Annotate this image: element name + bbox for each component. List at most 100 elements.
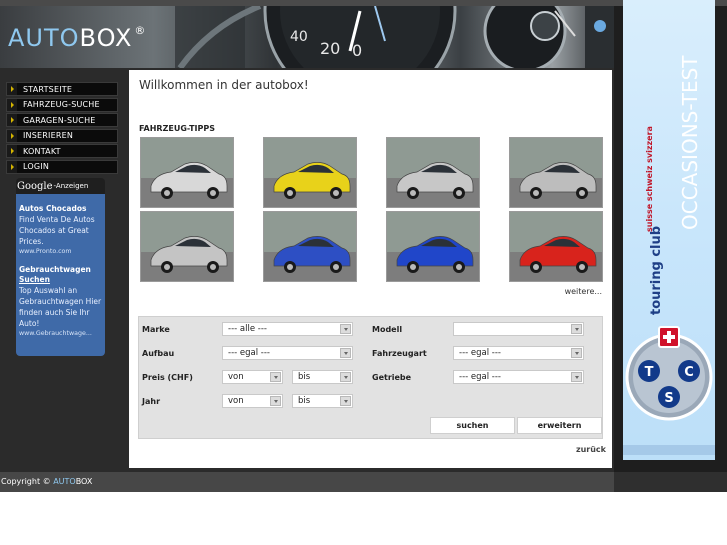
car-thumbnail[interactable] — [386, 137, 480, 208]
select-value: bis — [298, 372, 311, 382]
select-marke[interactable]: --- alle --- — [222, 322, 353, 336]
page: 40 20 0 AUTOBOX ® STARTSEITE FAHRZEUG-SUC… — [0, 0, 727, 545]
bullet-arrow-icon — [7, 160, 17, 173]
tcs-occasions-test-banner[interactable]: OCCASIONS-TEST suisse schweiz svizzera t… — [623, 0, 715, 460]
nav-item-label: KONTAKT — [23, 146, 61, 156]
copyright-brand-box: BOX — [75, 477, 93, 486]
car-thumbnail[interactable] — [386, 211, 480, 282]
vehicle-search-form: Marke --- alle --- Modell Aufbau --- ega… — [138, 316, 603, 439]
car-thumbnail[interactable] — [509, 137, 603, 208]
autobox-logo[interactable]: AUTOBOX ® — [8, 24, 146, 52]
back-link[interactable]: zurück — [576, 445, 606, 454]
select-value: von — [228, 396, 244, 406]
select-jahr-von[interactable]: von — [222, 394, 283, 408]
nav-item-inserieren[interactable]: INSERIEREN — [6, 128, 118, 143]
select-value: --- alle --- — [228, 324, 267, 334]
nav-item-label: STARTSEITE — [23, 84, 73, 94]
chevron-down-icon — [270, 396, 281, 406]
nav-item-kontakt[interactable]: KONTAKT — [6, 144, 118, 158]
chevron-down-icon — [340, 372, 351, 382]
tcs-badge-icon: T C S — [623, 326, 715, 455]
ad-text: Find Venta De Autos Chocados at Great Pr… — [19, 215, 95, 246]
bullet-arrow-icon — [7, 98, 17, 111]
label-marke: Marke — [142, 325, 170, 334]
ad-text: Top Auswahl an Gebrauchtwagen Hier finde… — [19, 286, 102, 328]
svg-text:40: 40 — [290, 29, 308, 45]
banner-club: touring club — [649, 225, 664, 315]
ad-url[interactable]: www.Pronto.com — [19, 247, 102, 257]
car-photo — [141, 138, 233, 207]
nav-item-label: FAHRZEUG-SUCHE — [23, 100, 100, 109]
ads-body: Autos Chocados Find Venta De Autos Choca… — [16, 194, 105, 356]
ads-label: -Anzeigen — [53, 182, 89, 190]
copyright: Copyright © AUTOBOX — [1, 477, 92, 486]
bullet-arrow-icon — [7, 145, 17, 157]
select-fahrzeugart[interactable]: --- egal --- — [453, 346, 584, 360]
logo-registered-mark: ® — [134, 24, 147, 37]
car-thumbnail[interactable] — [263, 137, 357, 208]
car-photo — [387, 212, 479, 281]
svg-text:20: 20 — [320, 39, 340, 58]
chevron-down-icon — [340, 348, 351, 358]
nav-item-label: LOGIN — [23, 162, 50, 171]
nav-item-login[interactable]: LOGIN — [6, 159, 118, 174]
car-thumbnail[interactable] — [263, 211, 357, 282]
label-jahr: Jahr — [142, 397, 161, 406]
select-modell[interactable] — [453, 322, 584, 336]
logo-part-auto: AUTO — [8, 24, 80, 52]
ad-title[interactable]: Autos Chocados — [19, 204, 102, 214]
more-link[interactable]: weitere... — [565, 287, 602, 296]
ads-header[interactable]: Google -Anzeigen — [16, 178, 105, 194]
select-aufbau[interactable]: --- egal --- — [222, 346, 353, 360]
footer-right — [614, 472, 727, 492]
label-aufbau: Aufbau — [142, 349, 175, 358]
chevron-down-icon — [571, 324, 582, 334]
nav-item-fahrzeug-suche[interactable]: FAHRZEUG-SUCHE — [6, 97, 118, 112]
chevron-down-icon — [571, 372, 582, 382]
bullet-arrow-icon — [7, 129, 17, 142]
banner-subtitle: suisse schweiz svizzera — [645, 126, 654, 232]
copyright-brand-auto: AUTO — [53, 477, 76, 486]
bullet-arrow-icon — [7, 114, 17, 126]
page-bottom-blank — [0, 492, 727, 545]
car-photo — [264, 138, 356, 207]
logo-part-box: BOX — [79, 24, 133, 52]
chevron-down-icon — [340, 324, 351, 334]
chevron-down-icon — [270, 372, 281, 382]
nav-item-garagen-suche[interactable]: GARAGEN-SUCHE — [6, 113, 118, 127]
select-value: --- egal --- — [228, 348, 271, 358]
label-getriebe: Getriebe — [372, 373, 412, 382]
select-value: --- egal --- — [459, 348, 502, 358]
car-thumbnail[interactable] — [140, 137, 234, 208]
select-preis-von[interactable]: von — [222, 370, 283, 384]
car-thumbnail[interactable] — [509, 211, 603, 282]
ad-url[interactable]: www.Gebrauchtwage... — [19, 329, 102, 339]
car-thumbnail[interactable] — [140, 211, 234, 282]
car-photo — [510, 138, 602, 207]
section-heading-fahrzeug-tipps: FAHRZEUG-TIPPS — [139, 124, 215, 133]
label-preis: Preis (CHF) — [142, 373, 193, 382]
extend-button[interactable]: erweitern — [517, 417, 602, 434]
select-preis-bis[interactable]: bis — [292, 370, 353, 384]
chevron-down-icon — [340, 396, 351, 406]
google-logo: Google — [17, 180, 53, 192]
main-nav: STARTSEITE FAHRZEUG-SUCHE GARAGEN-SUCHE … — [6, 82, 118, 175]
google-ads-box: Google -Anzeigen Autos Chocados Find Vent… — [16, 178, 105, 356]
select-value: --- egal --- — [459, 372, 502, 382]
select-getriebe[interactable]: --- egal --- — [453, 370, 584, 384]
chevron-down-icon — [571, 348, 582, 358]
ad-title-link[interactable]: Suchen — [19, 275, 102, 285]
ad-title[interactable]: Gebrauchtwagen — [19, 265, 102, 275]
ad-item[interactable]: Autos Chocados Find Venta De Autos Choca… — [19, 204, 102, 257]
ad-item[interactable]: Gebrauchtwagen Suchen Top Auswahl an Geb… — [19, 265, 102, 339]
header-banner: 40 20 0 AUTOBOX ® — [0, 6, 614, 68]
car-photo — [264, 212, 356, 281]
nav-item-startseite[interactable]: STARTSEITE — [6, 82, 118, 96]
select-jahr-bis[interactable]: bis — [292, 394, 353, 408]
search-button[interactable]: suchen — [430, 417, 515, 434]
badge-letter-c: C — [684, 365, 694, 380]
badge-letter-s: S — [664, 391, 673, 406]
banner-title: OCCASIONS-TEST — [678, 55, 702, 231]
label-modell: Modell — [372, 325, 403, 334]
car-photo — [141, 212, 233, 281]
